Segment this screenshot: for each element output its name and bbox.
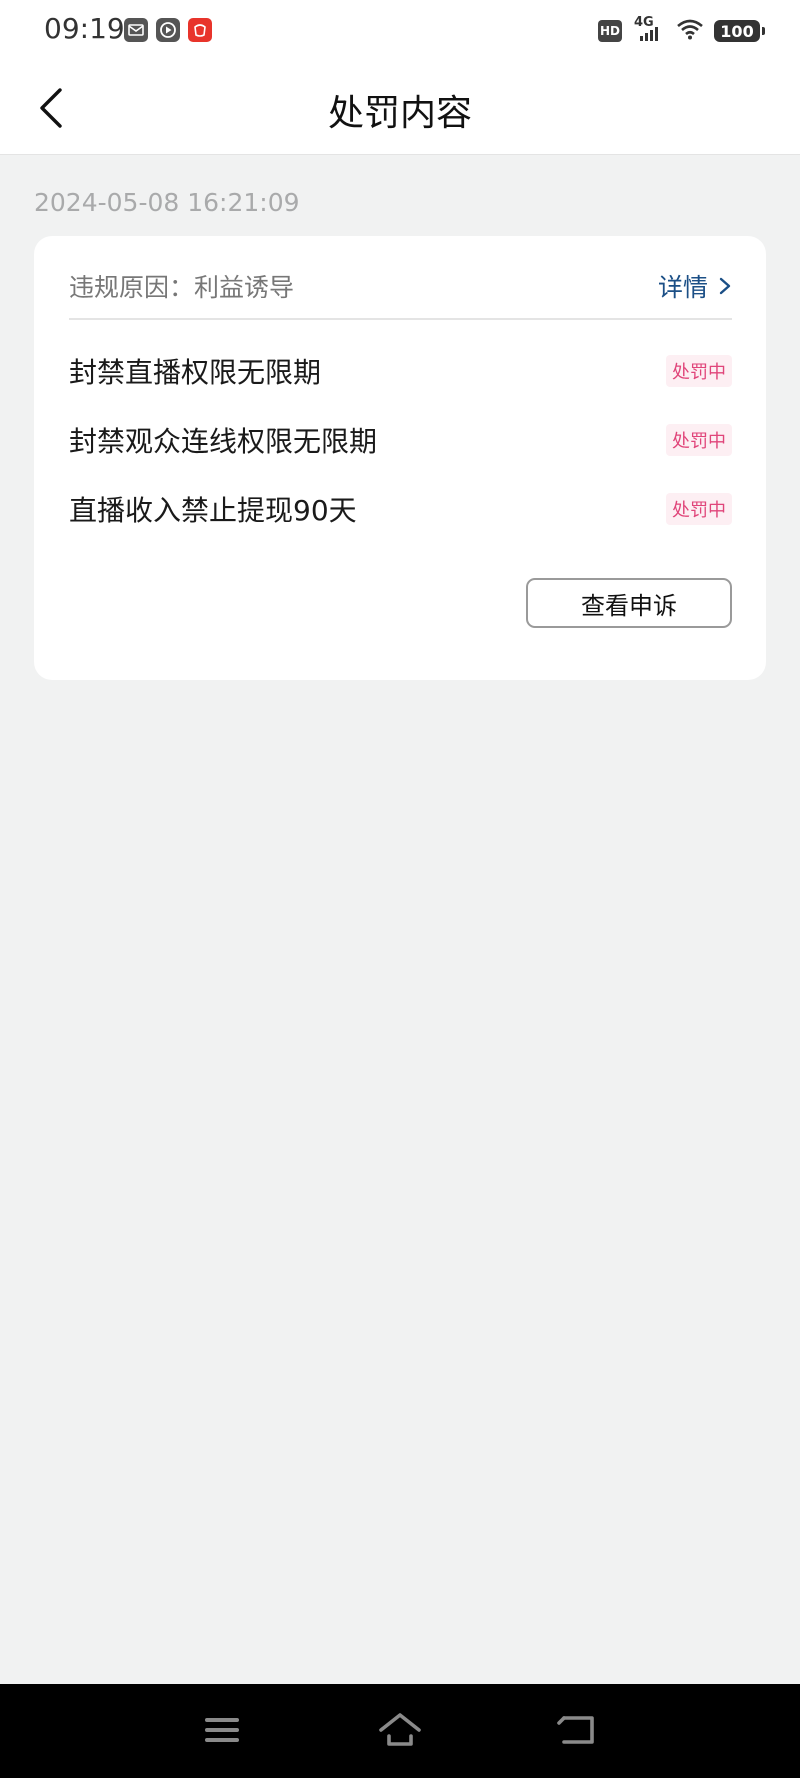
notification-icons xyxy=(124,18,212,42)
divider xyxy=(69,318,732,320)
status-badge: 处罚中 xyxy=(666,493,732,525)
home-button[interactable] xyxy=(378,1710,422,1750)
menu-button[interactable] xyxy=(200,1710,244,1750)
taobao-icon xyxy=(188,18,212,42)
wifi-icon xyxy=(676,18,704,44)
penalty-item: 封禁观众连线权限无限期 处罚中 xyxy=(69,418,732,462)
penalty-text: 直播收入禁止提现90天 xyxy=(69,494,357,527)
status-bar: 09:19 HD 4G 100 xyxy=(0,0,800,62)
mail-icon xyxy=(124,18,148,42)
view-appeal-button[interactable]: 查看申诉 xyxy=(526,578,732,628)
record-timestamp: 2024-05-08 16:21:09 xyxy=(34,188,300,217)
details-label: 详情 xyxy=(657,273,708,302)
penalty-card: 违规原因：利益诱导 详情 封禁直播权限无限期 处罚中 封禁观众连线权限无限期 处… xyxy=(34,236,766,680)
status-indicators: HD 4G 100 xyxy=(598,15,765,44)
header-bar: 处罚内容 xyxy=(0,62,800,155)
penalty-text: 封禁直播权限无限期 xyxy=(69,356,322,389)
system-nav-bar xyxy=(0,1684,800,1778)
home-icon xyxy=(379,1713,421,1746)
status-time: 09:19 xyxy=(44,12,125,45)
hd-icon: HD xyxy=(598,20,622,42)
page-title: 处罚内容 xyxy=(327,93,472,134)
status-badge: 处罚中 xyxy=(666,424,732,456)
penalty-text: 封禁观众连线权限无限期 xyxy=(69,425,378,458)
violation-reason-row: 违规原因：利益诱导 详情 xyxy=(69,260,732,312)
penalty-item: 直播收入禁止提现90天 处罚中 xyxy=(69,487,732,531)
cellular-signal-icon: 4G xyxy=(632,15,666,43)
chevron-right-icon xyxy=(719,277,731,295)
status-badge: 处罚中 xyxy=(666,355,732,387)
menu-icon xyxy=(205,1718,239,1742)
penalty-item: 封禁直播权限无限期 处罚中 xyxy=(69,349,732,393)
details-link[interactable]: 详情 xyxy=(658,268,732,304)
back-icon xyxy=(557,1716,594,1744)
play-icon xyxy=(156,18,180,42)
battery-icon: 100 xyxy=(714,20,765,42)
violation-reason: 违规原因：利益诱导 xyxy=(69,273,295,302)
back-nav-button[interactable] xyxy=(556,1710,600,1750)
